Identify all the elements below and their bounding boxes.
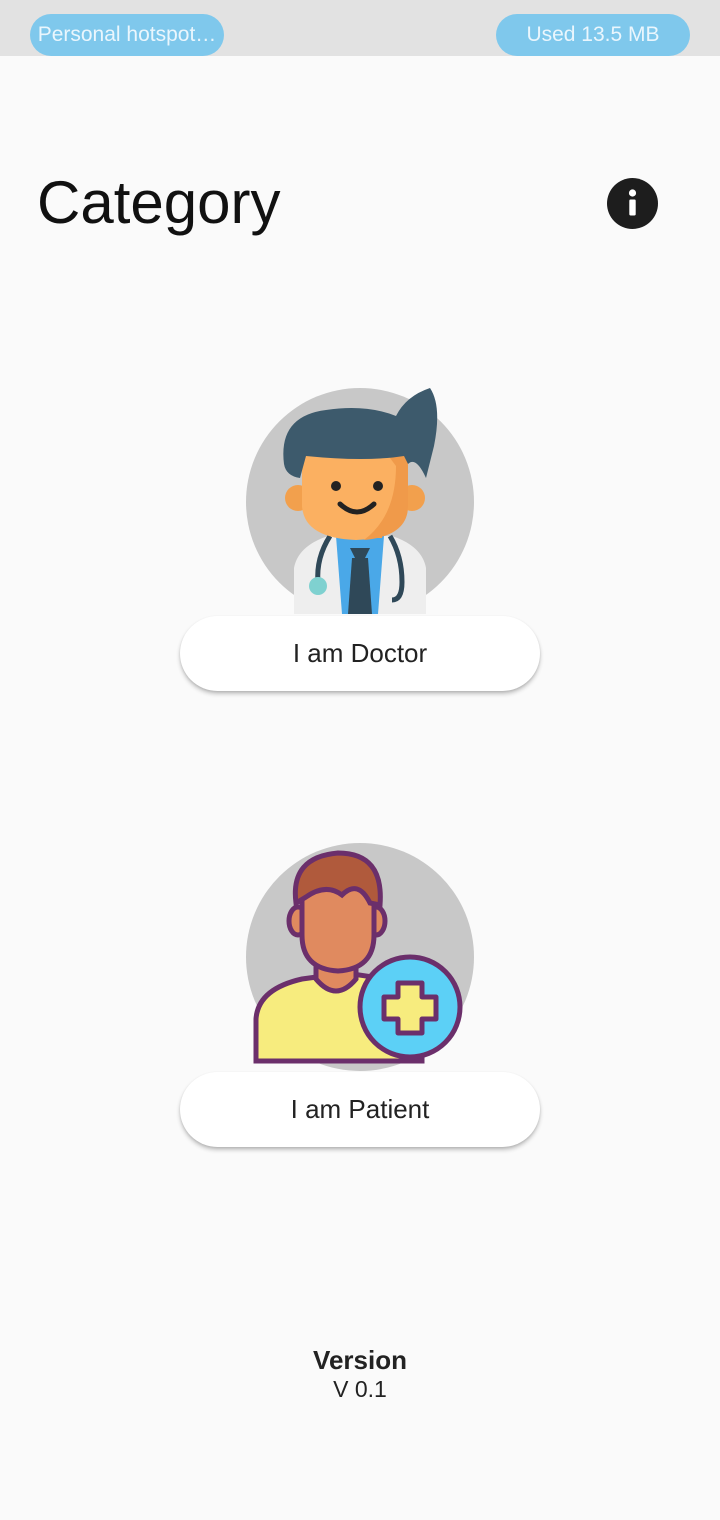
- version-title: Version: [313, 1345, 407, 1375]
- info-icon: [628, 189, 637, 216]
- version-value: V 0.1: [333, 1376, 387, 1402]
- status-bar: Personal hotspot… Used 13.5 MB: [0, 0, 720, 56]
- patient-avatar-icon: [246, 843, 474, 1071]
- i-am-doctor-button[interactable]: I am Doctor: [180, 616, 540, 691]
- hotspot-status-pill[interactable]: Personal hotspot…: [30, 14, 224, 56]
- page-title: Category: [37, 169, 281, 236]
- doctor-avatar-icon: [246, 386, 474, 616]
- info-button[interactable]: [607, 178, 658, 229]
- data-usage-pill[interactable]: Used 13.5 MB: [496, 14, 690, 56]
- i-am-patient-button[interactable]: I am Patient: [180, 1072, 540, 1147]
